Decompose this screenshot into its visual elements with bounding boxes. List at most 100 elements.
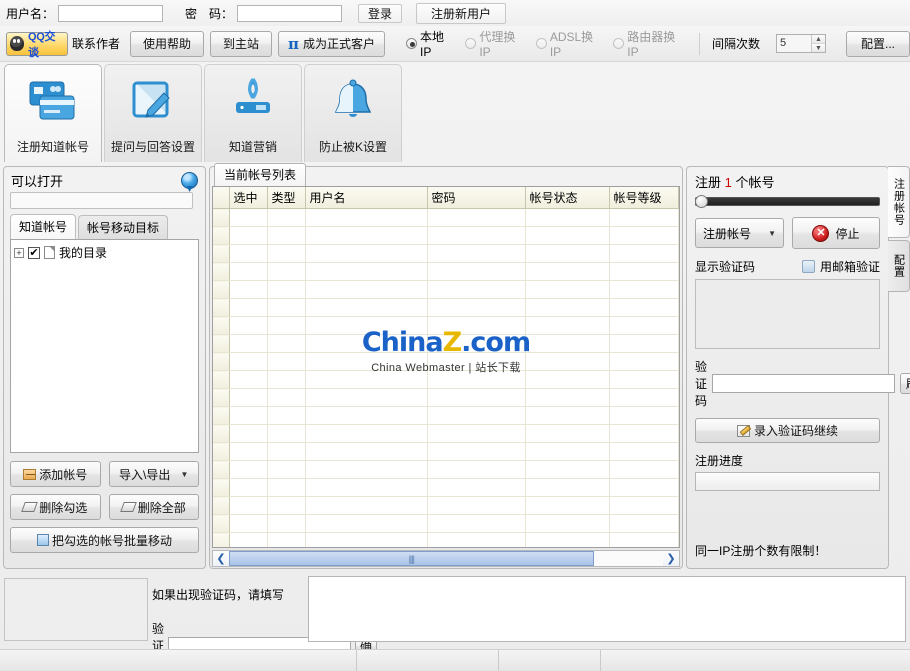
ip-option-local[interactable]: 本地IP <box>401 28 457 59</box>
cell[interactable] <box>267 370 306 389</box>
cell[interactable] <box>229 262 268 281</box>
tab-current-account-list[interactable]: 当前帐号列表 <box>214 163 307 186</box>
ip-option-proxy[interactable]: 代理换IP <box>460 28 528 59</box>
cell[interactable] <box>427 262 526 281</box>
tree-checkbox[interactable]: ✔ <box>28 246 40 259</box>
cell[interactable] <box>267 460 306 479</box>
left-search-input[interactable] <box>10 192 193 209</box>
subtab-zhidao-accounts[interactable]: 知道帐号 <box>10 214 77 239</box>
password-input[interactable] <box>237 4 343 22</box>
table-row[interactable] <box>213 388 679 407</box>
cell[interactable] <box>609 208 679 227</box>
qq-chat-button[interactable]: QQ交谈 <box>6 31 68 59</box>
cell[interactable] <box>609 406 679 425</box>
cell[interactable] <box>267 496 306 515</box>
row-header-cell[interactable] <box>213 226 230 245</box>
expand-plus-icon[interactable]: + <box>14 247 24 258</box>
cell[interactable] <box>427 442 526 461</box>
cell[interactable] <box>229 514 268 533</box>
cell[interactable] <box>229 226 268 245</box>
cell[interactable] <box>267 226 306 245</box>
become-client-button[interactable]: π 成为正式客户 <box>278 30 386 57</box>
cell[interactable] <box>305 514 428 533</box>
scroll-thumb[interactable]: |||| <box>229 551 594 566</box>
cell[interactable] <box>525 208 610 227</box>
stepper-arrows[interactable]: ▲ ▼ <box>810 35 825 52</box>
cell[interactable] <box>609 352 679 371</box>
cell[interactable] <box>525 514 610 533</box>
slider-knob[interactable] <box>695 194 708 208</box>
cell[interactable] <box>267 532 306 547</box>
cell[interactable] <box>609 280 679 299</box>
cell[interactable] <box>609 334 679 353</box>
cell[interactable] <box>525 388 610 407</box>
cell[interactable] <box>427 532 526 547</box>
cell[interactable] <box>229 460 268 479</box>
cell[interactable] <box>525 442 610 461</box>
column-header-username[interactable]: 用户名 <box>305 187 428 209</box>
email-verify-checkbox[interactable]: 用邮箱验证 <box>801 258 880 275</box>
row-header-cell[interactable] <box>213 424 230 443</box>
table-row[interactable] <box>213 424 679 443</box>
table-row[interactable] <box>213 406 679 425</box>
tab-qa-settings[interactable]: 提问与回答设置 <box>104 64 202 162</box>
interval-value[interactable]: 5 <box>776 35 811 52</box>
cell[interactable] <box>229 406 268 425</box>
row-header-cell[interactable] <box>213 298 230 317</box>
table-row[interactable] <box>213 496 679 515</box>
cell[interactable] <box>267 262 306 281</box>
cell[interactable] <box>609 298 679 317</box>
cell[interactable] <box>305 460 428 479</box>
cell[interactable] <box>427 388 526 407</box>
cell[interactable] <box>427 244 526 263</box>
cell[interactable] <box>267 514 306 533</box>
ip-option-adsl[interactable]: ADSL换IP <box>531 28 605 59</box>
cell[interactable] <box>267 406 306 425</box>
cell[interactable] <box>427 424 526 443</box>
add-account-button[interactable]: 添加帐号 <box>10 461 101 487</box>
row-header-cell[interactable] <box>213 244 230 263</box>
cell[interactable] <box>229 496 268 515</box>
cell[interactable] <box>305 478 428 497</box>
table-row[interactable] <box>213 262 679 281</box>
subtab-account-move-target[interactable]: 帐号移动目标 <box>78 215 169 239</box>
stepper-down-icon[interactable]: ▼ <box>811 44 825 52</box>
account-grid[interactable]: 选中 类型 用户名 密码 帐号状态 帐号等级 ChinaZ.com China … <box>212 186 680 548</box>
batch-move-button[interactable]: 把勾选的帐号批量移动 <box>10 527 199 553</box>
table-row[interactable] <box>213 316 679 335</box>
row-header-cell[interactable] <box>213 532 230 547</box>
account-tree[interactable]: + ✔ 我的目录 <box>10 239 199 453</box>
cell[interactable] <box>427 316 526 335</box>
config-button[interactable]: 配置... <box>845 30 910 57</box>
cell[interactable] <box>305 406 428 425</box>
table-row[interactable] <box>213 244 679 263</box>
row-header-cell[interactable] <box>213 316 230 335</box>
cell[interactable] <box>525 316 610 335</box>
column-header-type[interactable]: 类型 <box>267 187 306 209</box>
delete-all-button[interactable]: 删除全部 <box>108 494 199 520</box>
row-header-cell[interactable] <box>213 514 230 533</box>
cell[interactable] <box>525 226 610 245</box>
main-site-button[interactable]: 到主站 <box>210 30 273 57</box>
table-row[interactable] <box>213 352 679 371</box>
cell[interactable] <box>427 460 526 479</box>
cell[interactable] <box>229 244 268 263</box>
cell[interactable] <box>427 406 526 425</box>
table-row[interactable] <box>213 334 679 353</box>
cell[interactable] <box>305 334 428 353</box>
row-header-cell[interactable] <box>213 208 230 227</box>
row-header-cell[interactable] <box>213 478 230 497</box>
cell[interactable] <box>305 280 428 299</box>
cell[interactable] <box>305 262 428 281</box>
cell[interactable] <box>229 208 268 227</box>
cell[interactable] <box>609 388 679 407</box>
table-row[interactable] <box>213 280 679 299</box>
log-output-area[interactable] <box>308 576 906 642</box>
interval-stepper[interactable]: 5 ▲ ▼ <box>775 34 826 53</box>
count-slider[interactable] <box>695 194 880 208</box>
username-input[interactable] <box>58 4 164 22</box>
column-header-level[interactable]: 帐号等级 <box>609 187 679 209</box>
cell[interactable] <box>525 334 610 353</box>
cell[interactable] <box>305 244 428 263</box>
table-row[interactable] <box>213 298 679 317</box>
